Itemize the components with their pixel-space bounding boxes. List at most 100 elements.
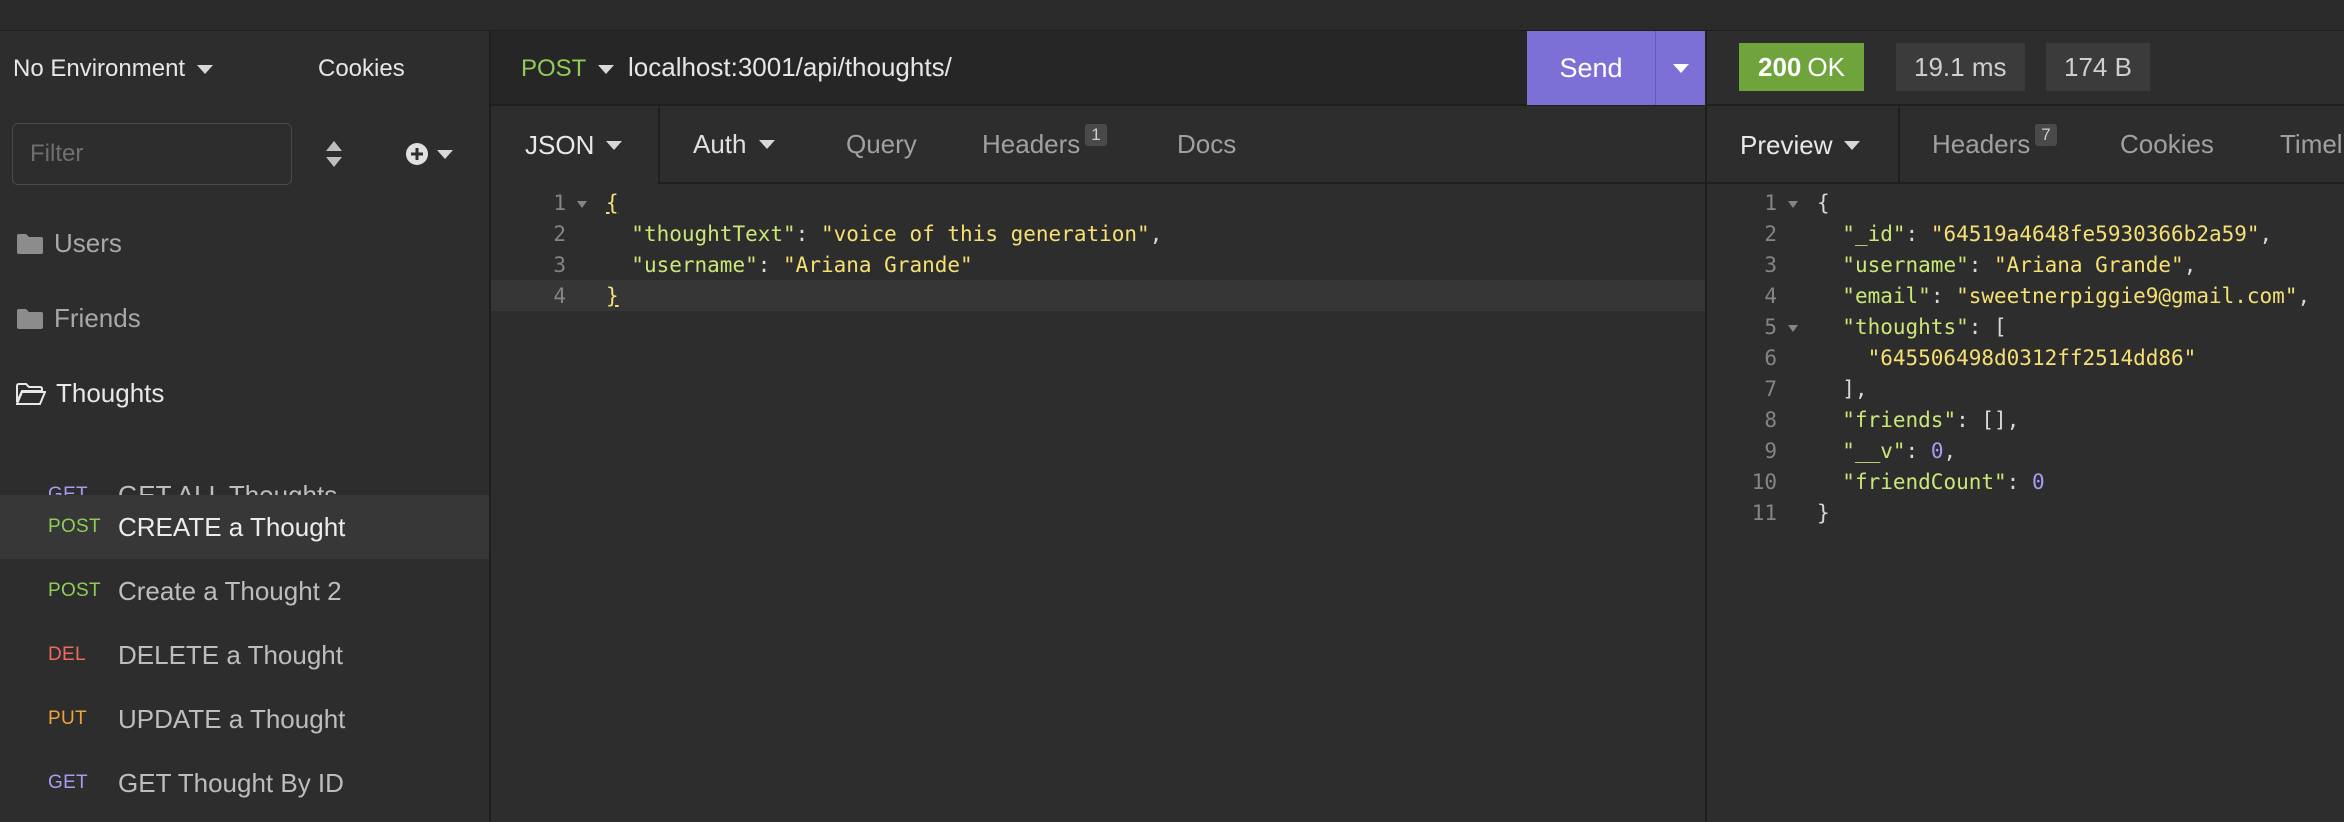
fold-arrow-icon[interactable] [577,200,587,208]
line-number: 4 [553,283,566,308]
folder-label: Users [54,228,122,258]
method-badge: POST [48,516,101,537]
request-item-update-a-thought[interactable]: PUT UPDATE a Thought [0,687,489,751]
chevron-down-icon [1672,63,1689,73]
tab-auth[interactable]: Auth [693,107,775,182]
code-line: 3 "username": "Ariana Grande", [1707,249,2344,280]
line-number: 2 [1764,221,1777,246]
json-key: "__v" [1842,438,1906,463]
sort-icon[interactable] [323,139,345,169]
url-bar: POST Send [491,31,1705,106]
line-number: 9 [1764,438,1777,463]
code-line: 9 "__v": 0, [1707,435,2344,466]
line-number: 3 [1764,252,1777,277]
json-value: "sweetnerpiggie9@gmail.com" [1956,283,2298,308]
json-key: "friends" [1842,407,1957,432]
code-line: 10 "friendCount": 0 [1707,466,2344,497]
response-time: 19.1 ms [1896,43,2025,91]
folder-thoughts[interactable]: Thoughts [16,378,164,409]
plus-circle-icon [406,143,428,165]
method-label: POST [521,55,587,82]
request-name: GET Thought By ID [118,767,344,798]
tab-timeline[interactable]: Timeline [2280,107,2344,182]
request-tabs: JSON Auth Query Headers 1 Docs [491,107,1705,184]
json-key: "email" [1842,283,1931,308]
json-value: 0 [2031,469,2045,494]
folder-open-icon [16,382,46,405]
folder-users[interactable]: Users [16,228,122,259]
request-item-create-a-thought[interactable]: POST CREATE a Thought [0,495,489,559]
method-select[interactable]: POST [521,55,615,83]
request-item-create-a-thought-2[interactable]: POST Create a Thought 2 [0,559,489,623]
folder-friends[interactable]: Friends [16,303,141,334]
json-brace: } [606,283,619,308]
response-body-viewer[interactable]: 1 { 2 "_id": "64519a4648fe5930366b2a59",… [1707,185,2344,822]
method-badge: PUT [48,708,87,729]
cookies-button[interactable]: Cookies [318,55,405,83]
environment-row: No Environment Cookies [0,31,491,107]
code-line: 7 ], [1707,373,2344,404]
tab-response-headers[interactable]: Headers 7 [1932,107,2057,182]
response-tabs: Preview Headers 7 Cookies Timeline [1707,107,2344,184]
json-value: "Ariana Grande" [783,252,973,277]
tab-label: Headers [982,129,1081,159]
tab-preview[interactable]: Preview [1707,107,1900,182]
code-line: 3 "username": "Ariana Grande" [491,249,1705,280]
json-value: "645506498d0312ff2514dd86" [1867,345,2197,370]
chevron-down-icon [758,140,775,149]
chevron-down-icon [437,149,453,159]
code-line: 5 "thoughts": [ [1707,311,2344,342]
environment-label: No Environment [13,55,186,82]
response-pane: 200 OK 19.1 ms 174 B Preview Headers 7 C… [1705,31,2344,822]
request-body-editor[interactable]: 1 { 2 "thoughtText": "voice of this gene… [491,185,1705,822]
chevron-down-icon [598,64,615,74]
tab-label: Query [846,129,917,159]
tab-docs[interactable]: Docs [1177,107,1236,182]
status-code: 200 [1758,51,1802,82]
code-line: 6 "645506498d0312ff2514dd86" [1707,342,2344,373]
request-name: DELETE a Thought [118,639,343,670]
folder-label: Thoughts [56,378,165,408]
json-value: "64519a4648fe5930366b2a59" [1930,221,2260,246]
line-number: 1 [491,191,587,215]
tab-query[interactable]: Query [846,107,917,182]
window-top-strip [0,0,2344,31]
sidebar: No Environment Cookies Users Fri [0,31,491,822]
line-number: 2 [553,221,566,246]
tab-cookies[interactable]: Cookies [2120,107,2214,182]
json-key: "username" [1842,252,1969,277]
add-item-button[interactable] [404,141,453,167]
environment-select[interactable]: No Environment [13,55,214,83]
method-badge: POST [48,580,101,601]
send-button[interactable]: Send [1527,31,1655,105]
json-key: "friendCount" [1842,469,2007,494]
json-key: "_id" [1842,221,1906,246]
json-key: "username" [631,252,758,277]
line-number: 10 [1751,469,1777,494]
folder-icon [17,233,43,254]
request-name: CREATE a Thought [118,511,346,542]
chevron-down-icon [606,141,623,150]
request-item-delete-a-thought[interactable]: DEL DELETE a Thought [0,623,489,687]
fold-arrow-icon[interactable] [1788,200,1798,208]
json-brace: { [606,190,619,215]
tab-headers[interactable]: Headers 1 [982,107,1107,182]
code-line: 2 "_id": "64519a4648fe5930366b2a59", [1707,218,2344,249]
json-value: 0 [1930,438,1944,463]
line-number: 11 [1751,500,1777,525]
code-line: 1 { [1707,187,2344,218]
code-line: 2 "thoughtText": "voice of this generati… [491,218,1705,249]
tab-label: Timeline [2280,129,2344,159]
headers-count-badge: 7 [2035,123,2057,146]
send-options-button[interactable] [1655,31,1705,105]
tab-label: JSON [525,130,595,160]
request-item-get-thought-by-id[interactable]: GET GET Thought By ID [0,751,489,815]
tab-body-json[interactable]: JSON [491,107,660,184]
line-number: 8 [1764,407,1777,432]
fold-arrow-icon[interactable] [1788,324,1798,332]
url-input[interactable] [628,47,1508,87]
filter-input[interactable] [12,123,292,185]
json-key: "thoughts" [1842,314,1969,339]
line-number: 6 [1764,345,1777,370]
line-number: 3 [553,252,566,277]
